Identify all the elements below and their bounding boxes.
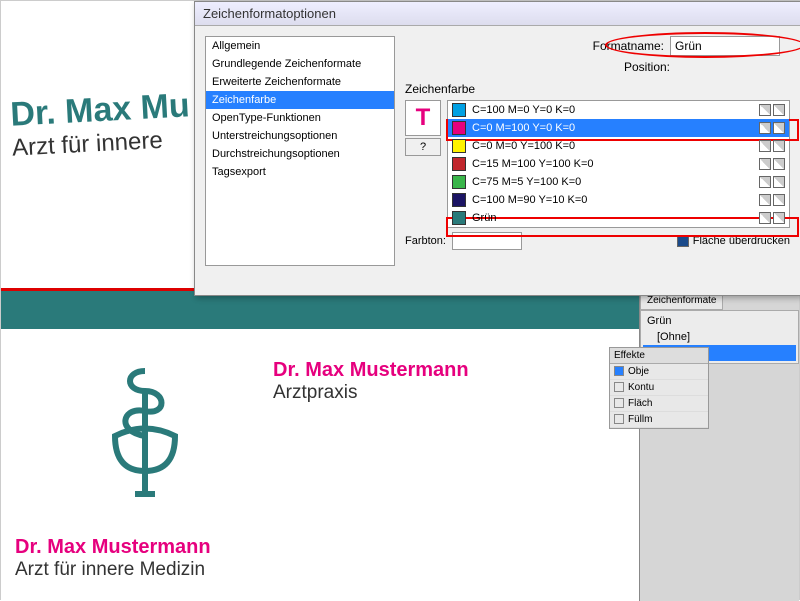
swatch-color [452,121,466,135]
swatch-row[interactable]: C=0 M=0 Y=100 K=0 [448,137,789,155]
tint-select[interactable] [452,232,522,250]
character-style-options-dialog: Zeichenformatoptionen AllgemeinGrundlege… [194,1,800,296]
formatname-input[interactable] [670,36,780,56]
category-item[interactable]: OpenType-Funktionen [206,109,394,127]
swatch-mode-icon [773,104,785,116]
tint-label: Farbton: [405,235,446,247]
char-style-item[interactable]: [Ohne] [643,329,796,345]
effects-row-label: Füllm [628,414,652,425]
category-list[interactable]: AllgemeinGrundlegende ZeichenformateErwe… [205,36,395,266]
overprint-label: Fläche überdrucken [693,235,790,247]
swatch-label: Grün [472,212,496,224]
swatch-row[interactable]: C=75 M=5 Y=100 K=0 [448,173,789,191]
category-item[interactable]: Zeichenfarbe [206,91,394,109]
business-card-preview: Dr. Max Mustermann Arztpraxis Dr. Max Mu… [1,329,641,601]
swatch-mode-icon [773,140,785,152]
section-heading: Zeichenfarbe [405,82,790,96]
swatch-mode-icon [773,158,785,170]
swatch-list[interactable]: C=100 M=0 Y=0 K=0 C=0 M=100 Y=0 K=0 C=0 M=… [447,100,790,228]
swatch-color [452,157,466,171]
swatch-color [452,103,466,117]
swatch-type-icon [759,122,771,134]
effects-checkbox[interactable] [614,414,624,424]
effects-row-label: Fläch [628,398,652,409]
swatch-row[interactable]: Grün [448,209,789,227]
overprint-checkbox[interactable] [677,235,689,247]
swatch-mode-icon [773,212,785,224]
swatch-mode-icon [773,176,785,188]
effects-checkbox[interactable] [614,366,624,376]
swatch-row[interactable]: C=15 M=100 Y=100 K=0 [448,155,789,173]
help-icon[interactable]: ? [405,138,441,156]
card-name-2: Dr. Max Mustermann [15,536,211,559]
card-name-1: Dr. Max Mustermann [273,359,469,382]
category-item[interactable]: Unterstreichungsoptionen [206,127,394,145]
swatch-color [452,193,466,207]
swatch-row[interactable]: C=100 M=0 Y=0 K=0 [448,101,789,119]
category-item[interactable]: Tagsexport [206,163,394,181]
medical-logo-icon [95,361,195,501]
document-preview-top: Dr. Max Mu Arzt für innere [9,86,192,162]
effects-row-label: Kontu [628,382,654,393]
swatch-label: C=75 M=5 Y=100 K=0 [472,176,581,188]
swatch-type-icon [759,176,771,188]
category-item[interactable]: Allgemein [206,37,394,55]
swatch-row[interactable]: C=100 M=90 Y=10 K=0 [448,191,789,209]
effects-checkbox[interactable] [614,398,624,408]
swatch-type-icon [759,158,771,170]
swatch-type-icon [759,104,771,116]
panels-dock: Zeichenformate Grün [Ohne]Grün [639,291,799,601]
swatch-row[interactable]: C=0 M=100 Y=0 K=0 [448,119,789,137]
effects-checkbox[interactable] [614,382,624,392]
category-item[interactable]: Grundlegende Zeichenformate [206,55,394,73]
swatch-color [452,175,466,189]
effects-row[interactable]: Kontu [610,380,708,396]
swatch-label: C=15 M=100 Y=100 K=0 [472,158,594,170]
card-sub-2: Arzt für innere Medizin [15,559,211,581]
effects-row[interactable]: Obje [610,364,708,380]
swatch-label: C=0 M=0 Y=100 K=0 [472,140,575,152]
card-sub-1: Arztpraxis [273,382,469,404]
swatch-type-icon [759,140,771,152]
category-item[interactable]: Erweiterte Zeichenformate [206,73,394,91]
swatch-label: C=100 M=0 Y=0 K=0 [472,104,575,116]
effects-row[interactable]: Füllm [610,412,708,428]
swatch-color [452,139,466,153]
swatch-color [452,211,466,225]
swatch-type-icon [759,212,771,224]
effects-tab[interactable]: Effekte [610,348,708,364]
swatch-type-icon [759,194,771,206]
category-item[interactable]: Durchstreichungsoptionen [206,145,394,163]
swatch-label: C=100 M=90 Y=10 K=0 [472,194,587,206]
card-header-bar [1,291,641,329]
swatch-label: C=0 M=100 Y=0 K=0 [472,122,575,134]
swatch-mode-icon [773,122,785,134]
effects-row[interactable]: Fläch [610,396,708,412]
formatname-label: Formatname: [593,39,664,53]
position-label: Position: [624,60,670,74]
effects-panel: Effekte Obje Kontu Fläch Füllm [609,347,709,429]
dialog-title: Zeichenformatoptionen [195,2,800,26]
effects-row-label: Obje [628,366,649,377]
swatch-mode-icon [773,194,785,206]
text-fill-icon[interactable]: T [405,100,441,136]
char-styles-header: Grün [643,313,796,329]
